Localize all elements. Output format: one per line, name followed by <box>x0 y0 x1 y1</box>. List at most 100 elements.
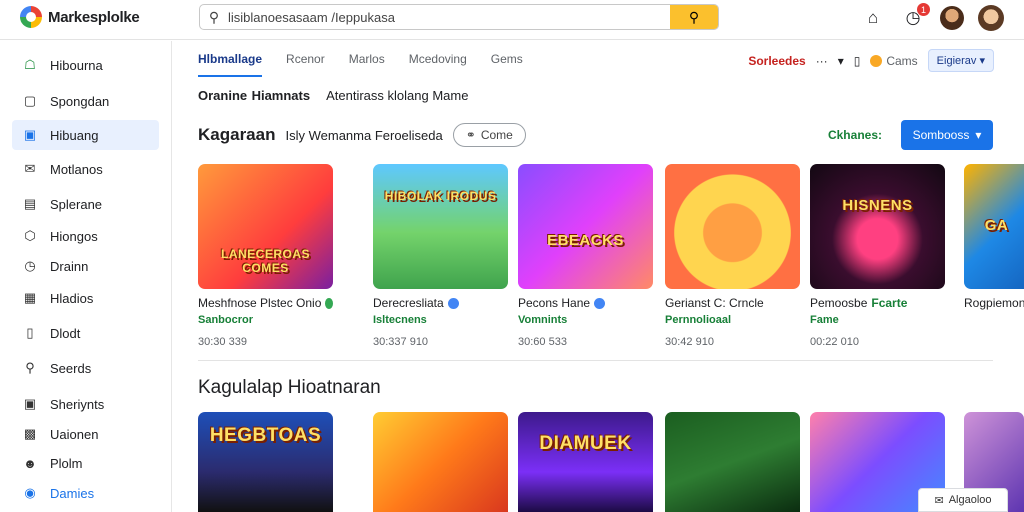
more-dots[interactable]: ··· <box>816 54 828 68</box>
search-button[interactable]: ⚲ <box>670 5 718 29</box>
sidebar-item-1[interactable]: ▢ Spongdan <box>12 86 159 116</box>
mail-icon: ✉ <box>24 161 36 176</box>
bookmark-icon: ▣ <box>23 396 37 411</box>
floating-button[interactable]: ✉ Algaoloo <box>918 488 1008 512</box>
card-subtitle: Isltecnens <box>373 314 427 326</box>
home-icon[interactable]: ⌂ <box>860 5 886 31</box>
tab-4[interactable]: Gems <box>491 51 523 77</box>
app-logo[interactable]: Markesplolke <box>20 6 140 28</box>
section-divider <box>198 360 993 361</box>
sidebar-item-4[interactable]: ▤ Splerane <box>12 189 159 219</box>
sidebar-item-5[interactable]: ⬡ Hiongos <box>12 221 159 251</box>
game-thumbnail[interactable]: GA <box>964 164 1024 289</box>
dropdown-label: Eigierav <box>936 55 977 67</box>
sidebar-item-home[interactable]: ☖ Hibourna <box>12 50 159 80</box>
card-title: Meshfnose Plstec Onio <box>198 296 322 310</box>
sidebar-item-8[interactable]: ▯ Dlodt <box>12 318 159 348</box>
sidebar-item-label: Hiongos <box>50 228 98 244</box>
card-subtitle: Pernnolioaal <box>665 314 732 326</box>
thumbnail-text: EBEACKS <box>547 232 624 250</box>
game-thumbnail[interactable]: HISNENS <box>810 164 945 289</box>
sidebar-item-9[interactable]: ⚲ Seerds <box>12 353 159 383</box>
document-icon: ▤ <box>23 196 37 211</box>
card-stat: 30:60 533 <box>518 336 567 348</box>
sidebar: ☖ Hibourna ▢ Spongdan ▣ Hibuang ✉ Motlan… <box>0 41 172 512</box>
section-title: Kagulalap Hioatnaran <box>198 377 381 398</box>
sidebar-item-label: Hibourna <box>50 57 103 73</box>
game-card[interactable]: EBEACKS Pecons Hane Vomnints 30:60 533 <box>518 164 653 348</box>
sidebar-item-11[interactable]: ▩ Uaionen <box>12 419 159 449</box>
person-icon: ☻ <box>23 455 37 471</box>
primary-button[interactable]: Sombooss ▾ <box>901 120 993 150</box>
section-link[interactable]: Ckhanes: <box>828 128 882 142</box>
come-button[interactable]: ⚭ Come <box>452 123 526 147</box>
chat-icon: ✉ <box>934 494 944 507</box>
dropdown-button[interactable]: Eigierav ▾ <box>927 49 994 72</box>
search-input[interactable] <box>228 9 670 25</box>
sidebar-item-13[interactable]: ◉ Damies <box>12 478 159 508</box>
games-pill[interactable]: Cams <box>870 53 918 68</box>
sidebar-item-6[interactable]: ◷ Drainn <box>12 251 159 281</box>
sidebar-item-12[interactable]: ☻ Plolm <box>12 448 159 478</box>
card-title: Rogpiemone <box>964 296 1024 310</box>
section-header: Kagaraan Isly Wemanma Feroeliseda ⚭ Come <box>198 123 526 147</box>
sparkle-icon: ▢ <box>23 93 37 108</box>
coin-icon <box>870 54 883 67</box>
primary-button-label: Sombooss <box>912 128 970 142</box>
profile-avatar[interactable] <box>978 5 1004 31</box>
game-card[interactable]: DIAMUEK <box>518 412 653 512</box>
tab-actions: Sorleedes ··· ▾ ▯ Cams Eigierav ▾ <box>748 49 994 72</box>
card-stat: 30:337 910 <box>373 336 429 348</box>
search-icon: ⚲ <box>208 8 220 25</box>
tab-3[interactable]: Mcedoving <box>409 51 467 77</box>
grid-icon: ▦ <box>23 290 37 305</box>
card-title: Pecons Hane <box>518 296 591 310</box>
game-card[interactable] <box>373 412 508 512</box>
notifications-icon[interactable]: ◷ 1 <box>900 3 930 31</box>
search-bar: ⚲ ⚲ <box>199 4 719 30</box>
thumbnail-text: HIBOLAK IRODUS <box>384 188 497 203</box>
tab-2[interactable]: Marlos <box>349 51 385 77</box>
tab-0[interactable]: Hlbmallage <box>198 51 263 77</box>
avatar[interactable] <box>940 6 964 30</box>
circle-icon: ◉ <box>24 485 36 500</box>
sidebar-item-10[interactable]: ▣ Sheriynts <box>12 389 159 419</box>
sidebar-item-7[interactable]: ▦ Hladios <box>12 283 159 313</box>
game-card[interactable]: HISNENS Pemoosbe Fcarte Fame 00:22 010 <box>810 164 945 348</box>
game-thumbnail[interactable]: HIBOLAK IRODUS <box>373 164 508 289</box>
sidebar-item-3[interactable]: ✉ Motlanos <box>12 154 159 184</box>
verified-icon <box>594 297 606 309</box>
card-title: Pemoosbe <box>810 296 868 310</box>
thumbnail-text: LANECEROAS COMES <box>220 247 310 275</box>
thumbnail-text: HEGBTOAS <box>209 425 322 446</box>
verified-icon <box>447 297 459 309</box>
tab-1[interactable]: Rcenor <box>286 51 325 77</box>
card-subtitle: Sanbocror <box>198 314 254 326</box>
notification-badge: 1 <box>917 3 930 16</box>
card-stat: 30:30 339 <box>198 336 247 348</box>
sidebar-item-label: Spongdan <box>50 93 110 109</box>
thumbnail-text: DIAMUEK <box>539 433 632 454</box>
section-title: Kagaraan <box>198 125 276 144</box>
floating-button-label: Algaoloo <box>948 494 992 506</box>
sidebar-item-label: Seerds <box>50 360 92 376</box>
game-card[interactable]: HIBOLAK IRODUS Derecresliata Isltecnens … <box>373 164 508 348</box>
sort-label[interactable]: Sorleedes <box>748 54 805 68</box>
sidebar-item-label: Dlodt <box>50 325 81 341</box>
device-icon[interactable]: ▯ <box>854 54 861 68</box>
game-thumbnail[interactable] <box>665 164 800 289</box>
card-stat: 30:42 910 <box>665 336 714 348</box>
sidebar-item-2[interactable]: ▣ Hibuang <box>12 120 159 150</box>
game-card[interactable]: Gerianst C: Crncle Pernnolioaal 30:42 91… <box>665 164 800 348</box>
thumbnail-text: GA <box>984 217 1009 235</box>
game-card[interactable]: HEGBTOAS <box>198 412 333 512</box>
sidebar-item-label: Motlanos <box>50 161 103 177</box>
game-card[interactable]: GA Rogpiemone <box>964 164 1024 310</box>
game-card[interactable]: LANECEROAS COMES Meshfnose Plstec Onio S… <box>198 164 333 348</box>
games-label: Cams <box>886 53 918 68</box>
game-thumbnail[interactable]: LANECEROAS COMES <box>198 164 333 289</box>
chevron-down-icon[interactable]: ▾ <box>838 54 844 68</box>
game-thumbnail[interactable]: EBEACKS <box>518 164 653 289</box>
game-card[interactable] <box>665 412 800 512</box>
home-icon: ☖ <box>24 57 36 72</box>
